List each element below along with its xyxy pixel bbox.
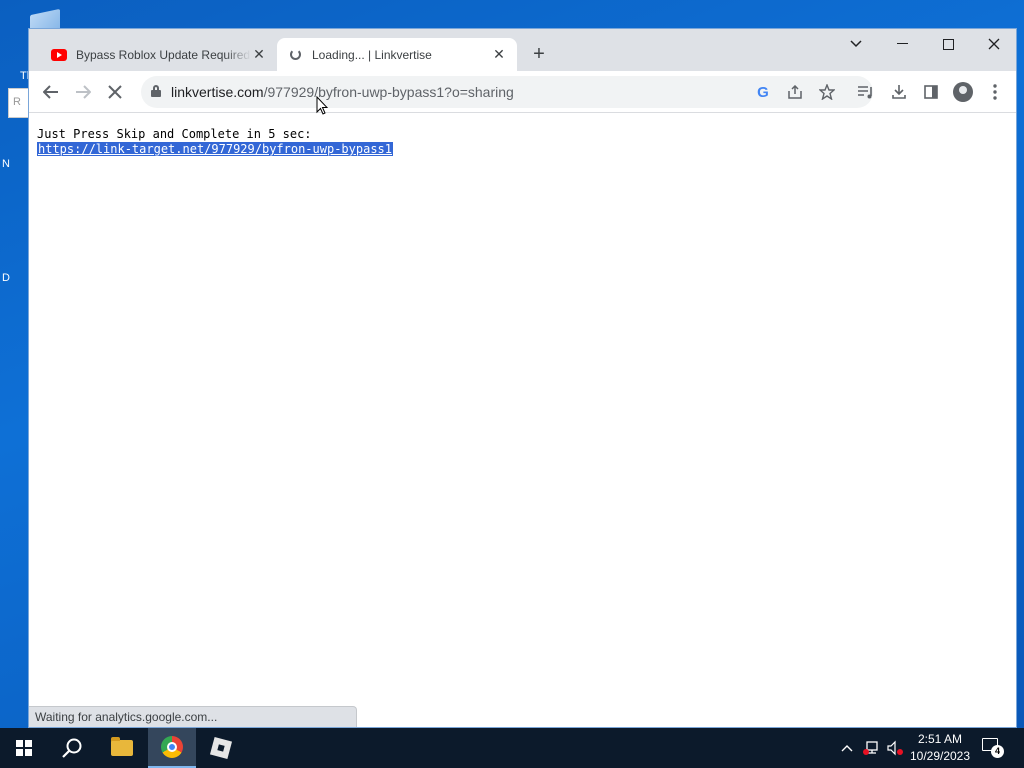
tab-youtube[interactable]: Bypass Roblox Update Required ✕: [41, 38, 277, 71]
maximize-button[interactable]: [925, 29, 971, 59]
file-explorer-button[interactable]: [98, 728, 146, 768]
taskbar-clock[interactable]: 2:51 AM 10/29/2023: [900, 731, 980, 765]
roblox-icon: [209, 736, 233, 760]
background-window-letter: R: [13, 96, 21, 108]
forward-button[interactable]: [70, 79, 96, 105]
google-lens-icon[interactable]: G: [753, 82, 773, 102]
search-icon: [62, 738, 82, 758]
roblox-taskbar-button[interactable]: [197, 728, 245, 768]
lock-icon[interactable]: [151, 85, 161, 97]
tab-linkvertise[interactable]: Loading... | Linkvertise ✕: [277, 38, 517, 71]
tab-title: Bypass Roblox Update Required: [76, 47, 251, 62]
close-tab-icon[interactable]: ✕: [251, 46, 267, 63]
desktop-edge-letter-d: D: [2, 272, 10, 284]
chevron-up-icon: [841, 745, 853, 752]
tab-strip: Bypass Roblox Update Required ✕ Loading.…: [29, 29, 1016, 71]
bookmark-star-icon[interactable]: [817, 82, 837, 102]
media-control-icon[interactable]: [853, 79, 879, 105]
toolbar: linkvertise.com/977929/byfron-uwp-bypass…: [29, 71, 1016, 113]
show-hidden-icons-button[interactable]: [836, 728, 858, 768]
chrome-icon: [161, 736, 183, 758]
close-window-button[interactable]: [971, 29, 1016, 59]
side-panel-icon[interactable]: [918, 79, 944, 105]
loading-spinner-icon: [287, 47, 303, 63]
url-host: linkvertise.com: [171, 84, 264, 100]
desktop-edge-letter-n: N: [2, 158, 10, 170]
chrome-taskbar-button[interactable]: [148, 728, 196, 768]
address-bar[interactable]: linkvertise.com/977929/byfron-uwp-bypass…: [141, 76, 873, 108]
instruction-text: Just Press Skip and Complete in 5 sec:: [37, 127, 312, 141]
tab-search-icon[interactable]: [833, 29, 879, 59]
action-center-button[interactable]: 4: [982, 736, 1004, 758]
status-bubble: Waiting for analytics.google.com...: [29, 706, 357, 727]
youtube-icon: [51, 47, 67, 63]
menu-more-icon[interactable]: [982, 79, 1008, 105]
back-button[interactable]: [38, 79, 64, 105]
taskbar: 2:51 AM 10/29/2023 4: [0, 728, 1024, 768]
search-button[interactable]: [48, 728, 96, 768]
stop-loading-button[interactable]: [102, 79, 128, 105]
minimize-button[interactable]: [879, 29, 925, 59]
folder-icon: [111, 737, 133, 756]
target-link[interactable]: https://link-target.net/977929/byfron-uw…: [37, 142, 394, 156]
profile-avatar-icon[interactable]: [950, 79, 976, 105]
windows-logo-icon: [16, 740, 32, 756]
close-tab-icon[interactable]: ✕: [491, 46, 507, 63]
mouse-cursor-icon: [316, 96, 328, 115]
chrome-window: Bypass Roblox Update Required ✕ Loading.…: [28, 28, 1017, 728]
tab-title: Loading... | Linkvertise: [312, 47, 432, 62]
page-content: Just Press Skip and Complete in 5 sec: h…: [29, 114, 1016, 727]
share-icon[interactable]: [785, 82, 805, 102]
url-text[interactable]: linkvertise.com/977929/byfron-uwp-bypass…: [171, 84, 514, 100]
start-button[interactable]: [0, 728, 48, 768]
clock-date: 10/29/2023: [909, 749, 971, 763]
network-icon[interactable]: [860, 728, 882, 768]
url-path: /977929/byfron-uwp-bypass1?o=sharing: [263, 84, 514, 100]
notification-count: 4: [991, 745, 1004, 758]
clock-time: 2:51 AM: [917, 732, 963, 746]
new-tab-button[interactable]: +: [527, 42, 551, 66]
download-icon[interactable]: [886, 79, 912, 105]
